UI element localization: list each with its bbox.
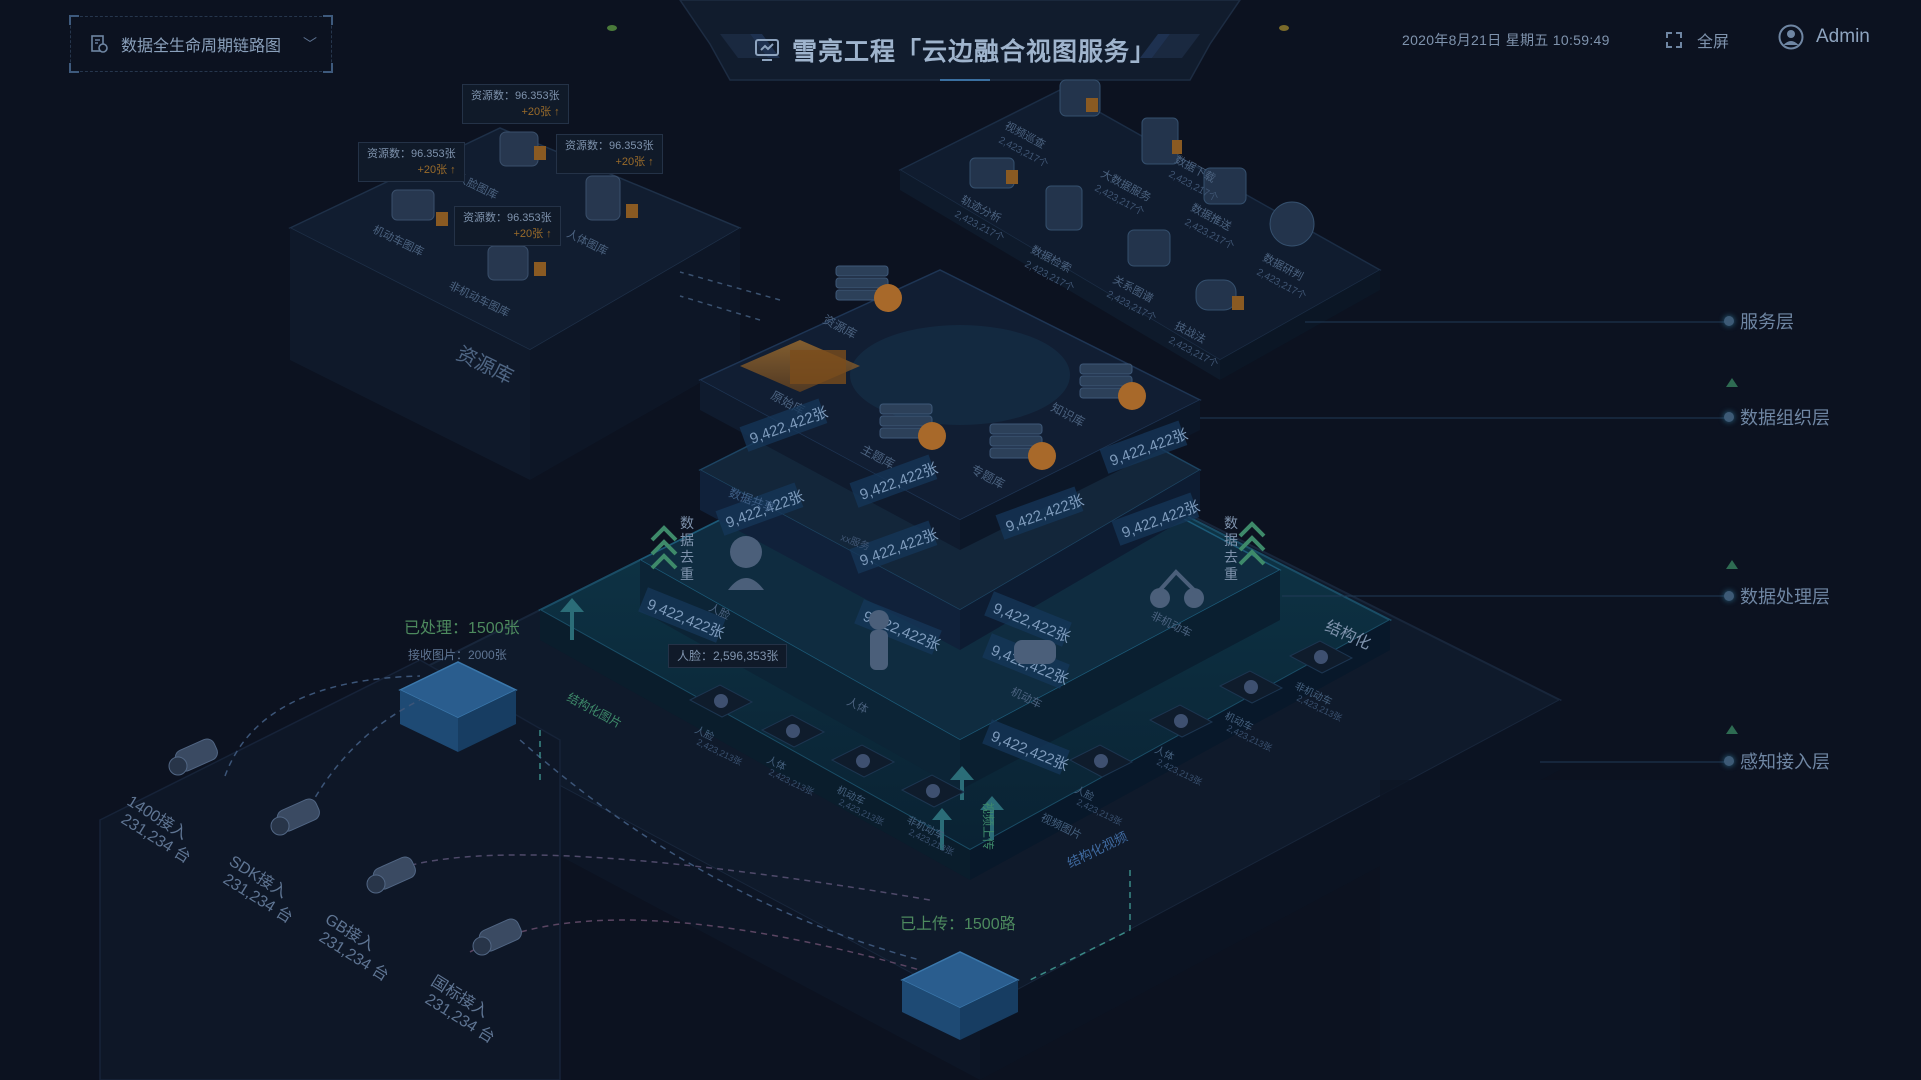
resource-count: 资源数：96.353张 bbox=[367, 148, 456, 160]
arrow-up-icon bbox=[1726, 378, 1738, 387]
resource-increase: +20张 ↑ bbox=[521, 106, 560, 118]
resource-count: 资源数：96.353张 bbox=[471, 90, 560, 102]
arrow-up-icon bbox=[1726, 560, 1738, 569]
layer-dot bbox=[1724, 316, 1734, 326]
camera-lens bbox=[366, 874, 386, 894]
access-card-icon bbox=[1174, 714, 1188, 728]
arrow-up-icon bbox=[1726, 725, 1738, 734]
video-upload-label: 视频上传 bbox=[981, 802, 996, 850]
resource-tooltip: 资源数：96.353张 +20张 ↑ bbox=[358, 142, 465, 182]
camera-lens bbox=[168, 756, 188, 776]
resource-tooltip: 资源数：96.353张 +20张 ↑ bbox=[556, 134, 663, 174]
layer-dot bbox=[1724, 412, 1734, 422]
layer-access-label: 感知接入层 bbox=[1740, 752, 1830, 772]
access-card-icon bbox=[1314, 650, 1328, 664]
layer-organization: 数据组织层 bbox=[1724, 404, 1830, 430]
resource-increase: +20张 ↑ bbox=[417, 164, 456, 176]
resource-increase: +20张 ↑ bbox=[615, 156, 654, 168]
dedupe-label-left: 数据去重 bbox=[680, 515, 694, 582]
access-card-icon bbox=[926, 784, 940, 798]
layer-processing-label: 数据处理层 bbox=[1740, 587, 1830, 607]
resource-count: 资源数：96.353张 bbox=[565, 140, 654, 152]
resource-increase: +20张 ↑ bbox=[513, 228, 552, 240]
received-count: 接收图片：2000张 bbox=[408, 648, 507, 662]
uploaded-count: 已上传：1500路 bbox=[900, 916, 1016, 933]
processed-count: 已处理：1500张 bbox=[404, 620, 520, 637]
camera-lens bbox=[270, 816, 290, 836]
resource-tooltip: 资源数：96.353张 +20张 ↑ bbox=[454, 206, 561, 246]
layer-dot bbox=[1724, 591, 1734, 601]
access-card-icon bbox=[714, 694, 728, 708]
layer-organization-label: 数据组织层 bbox=[1740, 408, 1830, 428]
camera-lens bbox=[472, 936, 492, 956]
access-card-icon bbox=[786, 724, 800, 738]
dedupe-label-right: 数据去重 bbox=[1224, 515, 1238, 582]
resource-tooltip: 资源数：96.353张 +20张 ↑ bbox=[462, 84, 569, 124]
layer-service: 服务层 bbox=[1724, 308, 1794, 334]
resource-count: 资源数：96.353张 bbox=[463, 212, 552, 224]
layer-dot bbox=[1724, 756, 1734, 766]
layer-processing: 数据处理层 bbox=[1724, 583, 1830, 609]
access-card-icon bbox=[856, 754, 870, 768]
access-card-icon bbox=[1244, 680, 1258, 694]
layer-service-label: 服务层 bbox=[1740, 312, 1794, 332]
face-count-tooltip: 人脸：2,596,353张 bbox=[668, 644, 788, 668]
access-card-icon bbox=[1094, 754, 1108, 768]
layer-access: 感知接入层 bbox=[1724, 748, 1830, 774]
